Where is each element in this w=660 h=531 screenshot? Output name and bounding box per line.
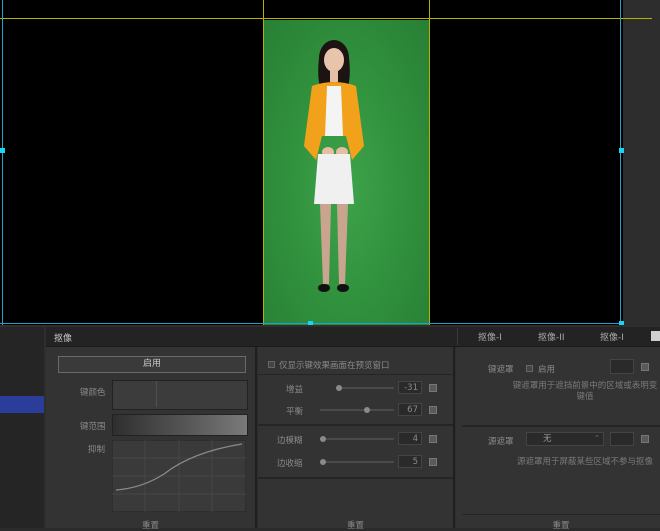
edge-blur-value-field[interactable]: 4	[398, 432, 422, 445]
column-divider-1	[255, 347, 257, 528]
key-range-label: 键范围	[80, 422, 106, 432]
source-mask-field[interactable]	[610, 432, 634, 446]
edge-shrink-value-field[interactable]: 5	[398, 455, 422, 468]
tab-key-2[interactable]: 抠像-II	[538, 330, 565, 343]
panel-options-icon[interactable]	[651, 331, 660, 341]
key-range-gradient[interactable]	[112, 414, 248, 436]
source-mask-select[interactable]: 无	[526, 432, 604, 446]
source-mask-chevron-icon: ⌃	[594, 434, 600, 442]
middle-reset-button[interactable]: 重置	[258, 519, 453, 531]
key-color-split	[156, 381, 157, 407]
safe-frame-right	[620, 0, 621, 325]
preview-only-checkbox[interactable]	[268, 361, 275, 368]
suppress-label: 抑制	[88, 445, 106, 455]
key-mask-field[interactable]	[610, 359, 634, 374]
middle-divider-a	[258, 374, 453, 375]
key-color-label: 键颜色	[80, 388, 106, 398]
column-divider-2	[453, 347, 455, 528]
right-reset-button[interactable]: 重置	[462, 519, 660, 531]
source-mask-keyframe-button[interactable]	[641, 435, 649, 443]
presenter-figure	[304, 40, 364, 292]
panel-title: 抠像	[54, 334, 73, 344]
key-mask-enable-label: 启用	[538, 365, 556, 375]
balance-keyframe-button[interactable]	[429, 406, 437, 414]
edge-blur-label: 边模糊	[277, 436, 303, 446]
tab-key-3[interactable]: 抠像-I	[600, 330, 624, 343]
key-mask-keyframe-button[interactable]	[641, 363, 649, 371]
preview-only-label: 仅显示键效果画面在预览窗口	[279, 361, 390, 371]
left-reset-button[interactable]: 重置	[46, 519, 255, 531]
guide-horizontal-top[interactable]	[0, 18, 652, 19]
edge-blur-slider-knob[interactable]	[320, 436, 326, 442]
right-divider	[462, 425, 660, 427]
middle-divider-b	[258, 424, 453, 426]
safe-frame-left	[2, 0, 3, 325]
gain-slider-knob[interactable]	[336, 385, 342, 391]
balance-slider-track[interactable]	[320, 409, 394, 411]
right-divider-bottom	[462, 514, 660, 515]
tab-separator	[457, 328, 458, 345]
panel-header	[46, 327, 660, 347]
key-color-swatch[interactable]	[112, 380, 248, 410]
edge-shrink-keyframe-button[interactable]	[429, 458, 437, 466]
preview-side-strip	[623, 0, 660, 325]
tab-key-1[interactable]: 抠像-I	[478, 330, 502, 343]
edge-shrink-slider-knob[interactable]	[320, 459, 326, 465]
gain-slider-track[interactable]	[336, 387, 394, 389]
handle-left[interactable]	[0, 148, 5, 153]
source-mask-description: 源遮罩用于屏蔽某些区域不参与抠像	[516, 457, 653, 467]
key-mask-enable-checkbox[interactable]	[526, 365, 533, 372]
guide-vertical-right[interactable]	[429, 0, 430, 325]
guide-vertical-left[interactable]	[263, 0, 264, 325]
balance-slider-knob[interactable]	[364, 407, 370, 413]
gain-label: 增益	[286, 385, 304, 395]
enable-button[interactable]: 启用	[58, 356, 246, 373]
suppress-curve-graph[interactable]	[112, 440, 246, 512]
edge-blur-slider-track[interactable]	[320, 438, 394, 440]
key-mask-description: 键遮罩用于遮挡前景中的区域或表明变键值	[512, 381, 658, 402]
key-mask-label: 键遮罩	[488, 365, 514, 375]
left-nav-selected-item[interactable]	[0, 396, 44, 413]
left-nav	[0, 327, 44, 528]
balance-value-field[interactable]: 67	[398, 403, 422, 416]
gain-keyframe-button[interactable]	[429, 384, 437, 392]
gain-value-field[interactable]: -31	[398, 381, 422, 394]
edge-shrink-label: 边收缩	[277, 459, 303, 469]
middle-divider-c	[258, 477, 453, 479]
source-mask-label: 源遮罩	[488, 437, 514, 447]
handle-right[interactable]	[619, 148, 624, 153]
balance-label: 平衡	[286, 407, 304, 417]
edge-shrink-slider-track[interactable]	[320, 461, 394, 463]
edge-blur-keyframe-button[interactable]	[429, 435, 437, 443]
